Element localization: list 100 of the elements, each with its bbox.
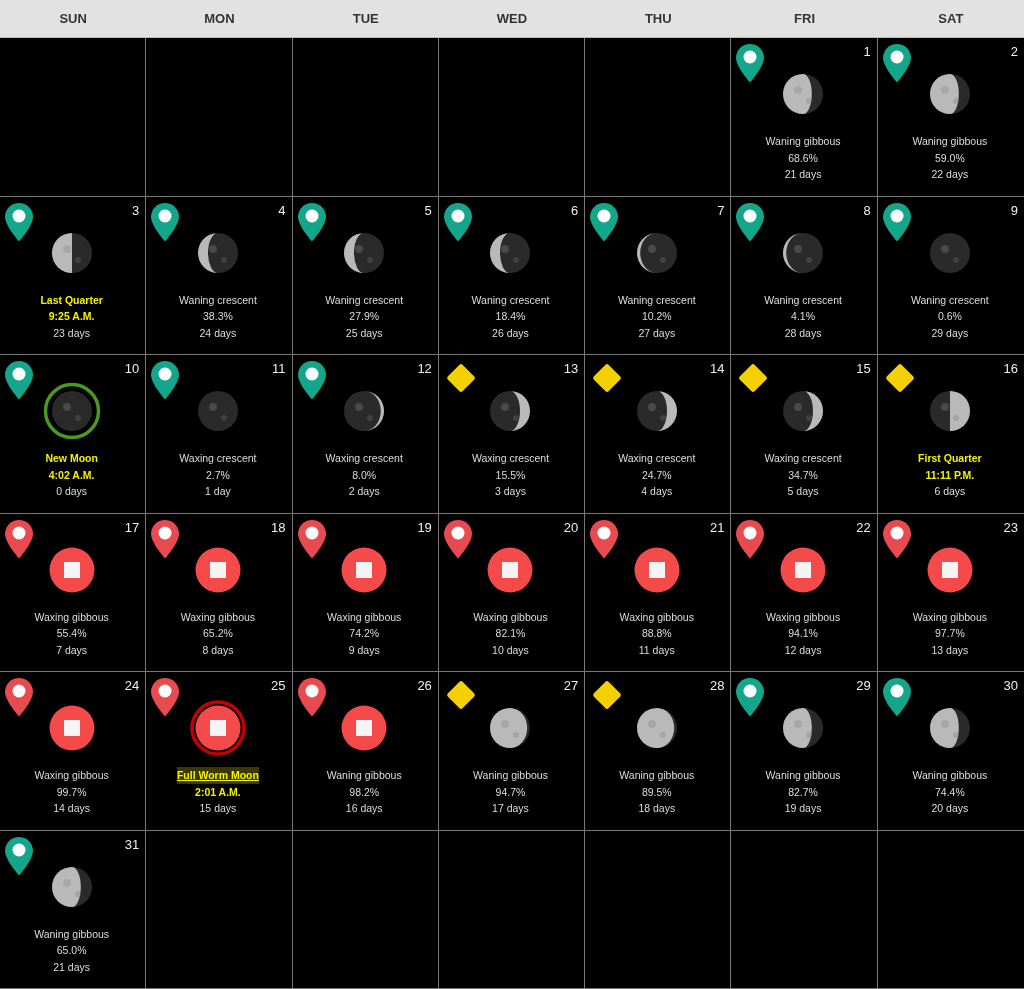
day-number: 5 — [424, 202, 432, 218]
day-number: 20 — [563, 519, 579, 535]
day-cell[interactable]: 30 Waning gibbous 74.4% 20 days — [877, 672, 1024, 831]
day-cell[interactable]: 11 Waxing crescent 2.7% 1 day — [146, 355, 293, 514]
day-cell[interactable]: 14 Waxing crescent 24.7% 4 days — [585, 355, 732, 514]
day-cell[interactable]: 21 Waxing gibbous 88.8% 11 days — [585, 513, 732, 672]
event-time: 4:02 A.M. — [48, 467, 95, 483]
day-number: 14 — [709, 361, 725, 376]
day-cell[interactable]: 9 Waning crescent 0.6% 29 days — [877, 196, 1024, 355]
weekday-header: FRI — [731, 0, 878, 38]
phase-name: Waning crescent — [910, 292, 989, 308]
day-cell[interactable]: 7 Waning crescent 10.2% 27 days — [585, 196, 732, 355]
day-number: 22 — [856, 519, 871, 535]
illumination-text: 88.8% — [641, 626, 672, 641]
phase-name: Waxing gibbous — [34, 609, 109, 625]
phase-name: Waning crescent — [764, 292, 842, 308]
day-number: 9 — [1010, 202, 1018, 218]
phase-name: Waning gibbous — [765, 134, 841, 149]
illumination-text: 34.7% — [788, 467, 818, 483]
day-cell[interactable]: 20 Waxing gibbous 82.1% 10 days — [438, 513, 586, 672]
phase-name: Waning gibbous — [912, 134, 988, 149]
day-cell[interactable]: 8 Waning crescent 4.1% 28 days — [731, 196, 878, 355]
day-cell[interactable]: 26 Waning gibbous 98.2% 16 days — [292, 672, 439, 831]
day-number: 17 — [124, 519, 140, 535]
moon-age: 15 days — [199, 801, 237, 816]
day-cell[interactable]: 15 Waxing crescent 34.7% 5 days — [731, 355, 878, 514]
day-cell[interactable]: 2 Waning gibbous 59.0% 22 days — [877, 38, 1024, 197]
day-cell[interactable]: 6 Waning crescent 18.4% 26 days — [438, 196, 586, 355]
day-number: 8 — [863, 202, 871, 218]
day-number: 16 — [1003, 361, 1018, 376]
event-time: 11:11 P.M. — [925, 467, 975, 483]
phase-name: Waning crescent — [325, 292, 404, 308]
phase-name: Waxing crescent — [764, 451, 842, 466]
illumination-text: 97.7% — [934, 626, 965, 641]
moon-age: 3 days — [495, 484, 526, 499]
illumination-text: 8.0% — [352, 467, 377, 483]
illumination-text: 74.4% — [934, 784, 965, 800]
day-cell[interactable]: 23 Waxing gibbous 97.7% 13 days — [877, 513, 1024, 672]
day-cell[interactable]: 5 Waning crescent 27.9% 25 days — [292, 196, 439, 355]
weekday-header: MON — [146, 0, 293, 38]
day-number: 10 — [124, 361, 140, 376]
illumination-text: 89.5% — [641, 784, 672, 800]
weekday-header: WED — [438, 0, 586, 38]
day-cell[interactable]: 4 Waning crescent 38.3% 24 days — [146, 196, 293, 355]
day-cell[interactable]: 1 Waning gibbous 68.6% 21 days — [731, 38, 878, 197]
illumination-text: 27.9% — [349, 309, 380, 324]
phase-name: Waxing gibbous — [619, 609, 694, 625]
illumination-text: 0.6% — [937, 309, 962, 324]
phase-name: Waning gibbous — [912, 768, 988, 783]
phase-name: Waxing gibbous — [765, 609, 841, 625]
day-cell[interactable]: 10 New Moon 4:02 A.M. 0 days — [0, 355, 147, 514]
day-cell[interactable]: 22 Waxing gibbous 94.1% 12 days — [731, 513, 878, 672]
day-cell[interactable]: 17 Waxing gibbous 55.4% 7 days — [0, 513, 147, 672]
illumination-text: 94.7% — [495, 784, 526, 800]
day-number: 29 — [856, 678, 871, 693]
weekday-header: SUN — [0, 0, 147, 38]
day-cell[interactable]: 25 Full Worm Moon 2:01 A.M. 15 days — [146, 672, 293, 831]
phase-name: Waning crescent — [617, 292, 696, 308]
moon-age: 20 days — [931, 801, 969, 816]
phase-name: Waning gibbous — [34, 926, 110, 942]
event-name: Last Quarter — [40, 292, 103, 308]
moon-age: 29 days — [931, 325, 969, 341]
day-cell[interactable]: 29 Waning gibbous 82.7% 19 days — [731, 672, 878, 831]
illumination-text: 10.2% — [641, 309, 672, 324]
moon-age: 10 days — [492, 642, 529, 658]
phase-name: Waxing crescent — [179, 451, 257, 466]
phase-name: Waxing gibbous — [473, 609, 548, 625]
day-cell[interactable]: 27 Waning gibbous 94.7% 17 days — [438, 672, 586, 831]
moon-age: 27 days — [638, 325, 676, 341]
day-cell[interactable]: 31 Waning gibbous 65.0% 21 days — [0, 830, 147, 989]
day-cell[interactable]: 24 Waxing gibbous 99.7% 14 days — [0, 672, 147, 831]
day-cell[interactable]: 28 Waning gibbous 89.5% 18 days — [585, 672, 732, 831]
moon-age: 25 days — [345, 325, 383, 341]
phase-name: Waning gibbous — [326, 768, 402, 783]
day-number: 1 — [863, 44, 871, 59]
day-cell[interactable]: 18 Waxing gibbous 65.2% 8 days — [146, 513, 293, 672]
moon-age: 7 days — [56, 642, 88, 658]
moon-age: 22 days — [931, 167, 969, 182]
event-time: 9:25 A.M. — [48, 309, 95, 324]
day-number: 28 — [709, 678, 725, 693]
day-number: 2 — [1010, 44, 1018, 59]
moon-age: 1 day — [205, 484, 231, 499]
day-number: 6 — [570, 202, 579, 218]
illumination-text: 65.2% — [203, 626, 233, 641]
illumination-text: 65.0% — [56, 943, 87, 958]
moon-age: 14 days — [53, 801, 91, 816]
phase-name: Waxing gibbous — [180, 609, 256, 625]
day-cell[interactable]: 13 Waxing crescent 15.5% 3 days — [438, 355, 586, 514]
phase-name: Waxing gibbous — [327, 609, 402, 625]
phase-name: Waxing gibbous — [34, 768, 109, 783]
day-cell[interactable]: 16 First Quarter 11:11 P.M. 6 days — [877, 355, 1024, 514]
moon-age: 13 days — [931, 642, 969, 658]
phase-name: Waning crescent — [471, 292, 550, 308]
day-cell[interactable]: 12 Waxing crescent 8.0% 2 days — [292, 355, 439, 514]
moon-age: 21 days — [784, 167, 822, 182]
day-cell[interactable]: 19 Waxing gibbous 74.2% 9 days — [292, 513, 439, 672]
event-link[interactable]: Full Worm Moon — [176, 767, 259, 784]
day-cell[interactable]: 3 Last Quarter 9:25 A.M. 23 days — [0, 196, 147, 355]
moon-age: 26 days — [492, 325, 529, 341]
moon-age: 12 days — [784, 642, 822, 658]
